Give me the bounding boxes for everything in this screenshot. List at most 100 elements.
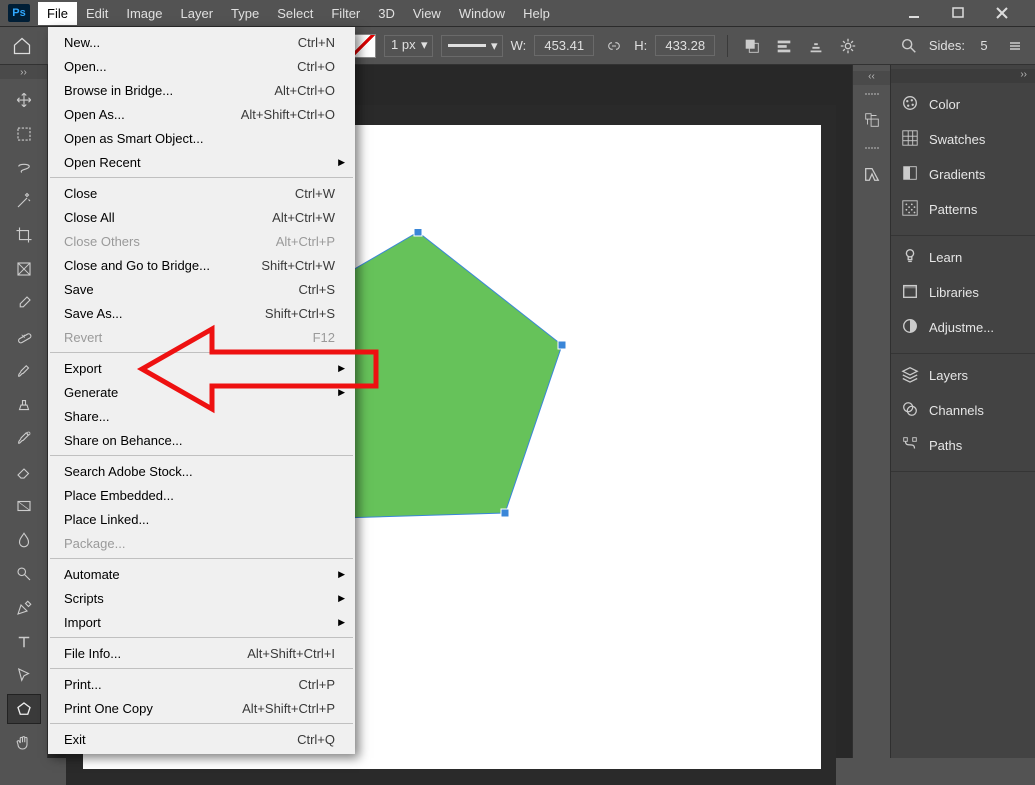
file-menu-share[interactable]: Share...	[48, 404, 355, 428]
menu-item-label: Scripts	[64, 591, 104, 606]
file-menu-generate[interactable]: Generate▶	[48, 380, 355, 404]
file-menu-open-as[interactable]: Open As...Alt+Shift+Ctrl+O	[48, 102, 355, 126]
shape-handle[interactable]	[501, 509, 509, 517]
file-menu-share-on-behance[interactable]: Share on Behance...	[48, 428, 355, 452]
properties-panel-icon[interactable]	[859, 161, 885, 187]
dock-collapse[interactable]: ‹‹	[853, 71, 890, 85]
file-menu-import[interactable]: Import▶	[48, 610, 355, 634]
menu-item-label: Open As...	[64, 107, 125, 122]
shape-combine-button[interactable]	[740, 34, 764, 58]
hand-tool[interactable]	[7, 728, 41, 758]
window-close-button[interactable]	[989, 3, 1015, 23]
search-icon[interactable]	[897, 34, 921, 58]
file-menu-print-one-copy[interactable]: Print One CopyAlt+Shift+Ctrl+P	[48, 696, 355, 720]
menu-item-label: Close	[64, 186, 97, 201]
gear-button[interactable]	[836, 34, 860, 58]
file-menu-close[interactable]: CloseCtrl+W	[48, 181, 355, 205]
panel-gradients[interactable]: Gradients	[891, 157, 1035, 192]
sides-input[interactable]	[973, 38, 995, 53]
file-menu-place-embedded[interactable]: Place Embedded...	[48, 483, 355, 507]
brush-tool[interactable]	[7, 356, 41, 386]
menu-image[interactable]: Image	[117, 2, 171, 25]
history-brush-tool[interactable]	[7, 424, 41, 454]
file-menu-open[interactable]: Open...Ctrl+O	[48, 54, 355, 78]
panel-layers[interactable]: Layers	[891, 358, 1035, 393]
menu-item-label: File Info...	[64, 646, 121, 661]
file-menu-new[interactable]: New...Ctrl+N	[48, 30, 355, 54]
menu-3d[interactable]: 3D	[369, 2, 404, 25]
link-wh-button[interactable]	[602, 34, 626, 58]
panel-adjustme[interactable]: Adjustme...	[891, 310, 1035, 345]
more-options-button[interactable]	[1003, 34, 1027, 58]
menu-layer[interactable]: Layer	[172, 2, 223, 25]
type-tool[interactable]	[7, 627, 41, 657]
polygon-tool[interactable]	[7, 694, 41, 724]
toolbox-collapse[interactable]: ››	[0, 65, 47, 79]
crop-tool[interactable]	[7, 220, 41, 250]
file-menu-save[interactable]: SaveCtrl+S	[48, 277, 355, 301]
file-menu-print[interactable]: Print...Ctrl+P	[48, 672, 355, 696]
file-menu-scripts[interactable]: Scripts▶	[48, 586, 355, 610]
file-menu-close-all[interactable]: Close AllAlt+Ctrl+W	[48, 205, 355, 229]
menu-type[interactable]: Type	[222, 2, 268, 25]
file-menu-file-info[interactable]: File Info...Alt+Shift+Ctrl+I	[48, 641, 355, 665]
menu-filter[interactable]: Filter	[322, 2, 369, 25]
menu-view[interactable]: View	[404, 2, 450, 25]
panel-learn[interactable]: Learn	[891, 240, 1035, 275]
file-menu-browse-in-bridge[interactable]: Browse in Bridge...Alt+Ctrl+O	[48, 78, 355, 102]
file-menu-save-as[interactable]: Save As...Shift+Ctrl+S	[48, 301, 355, 325]
panel-swatches[interactable]: Swatches	[891, 122, 1035, 157]
panel-color[interactable]: Color	[891, 87, 1035, 122]
shape-handle[interactable]	[414, 229, 422, 236]
menu-item-label: Print One Copy	[64, 701, 153, 716]
path-options-button[interactable]	[804, 34, 828, 58]
stroke-width-select[interactable]: 1 px ▾	[384, 35, 433, 57]
history-panel-icon[interactable]	[859, 107, 885, 133]
menu-item-shortcut: Shift+Ctrl+W	[261, 258, 335, 273]
panel-libraries[interactable]: Libraries	[891, 275, 1035, 310]
menu-item-label: Export	[64, 361, 102, 376]
eraser-tool[interactable]	[7, 457, 41, 487]
file-menu-close-and-go-to-bridge[interactable]: Close and Go to Bridge...Shift+Ctrl+W	[48, 253, 355, 277]
menu-select[interactable]: Select	[268, 2, 322, 25]
window-maximize-button[interactable]	[945, 3, 971, 23]
blur-tool[interactable]	[7, 525, 41, 555]
submenu-arrow-icon: ▶	[338, 157, 345, 168]
frame-tool[interactable]	[7, 254, 41, 284]
width-input[interactable]	[534, 35, 594, 56]
file-menu-place-linked[interactable]: Place Linked...	[48, 507, 355, 531]
menu-window[interactable]: Window	[450, 2, 514, 25]
window-minimize-button[interactable]	[901, 3, 927, 23]
panel-patterns[interactable]: Patterns	[891, 192, 1035, 227]
file-menu-search-adobe-stock[interactable]: Search Adobe Stock...	[48, 459, 355, 483]
shape-handle[interactable]	[558, 341, 566, 349]
menu-file[interactable]: File	[38, 2, 77, 25]
file-menu-open-recent[interactable]: Open Recent▶	[48, 150, 355, 174]
panels-collapse[interactable]: ››	[891, 69, 1035, 83]
file-menu-automate[interactable]: Automate▶	[48, 562, 355, 586]
menu-help[interactable]: Help	[514, 2, 559, 25]
lasso-tool[interactable]	[7, 153, 41, 183]
path-selection-tool[interactable]	[7, 661, 41, 691]
file-menu-open-as-smart-object[interactable]: Open as Smart Object...	[48, 126, 355, 150]
pen-tool[interactable]	[7, 593, 41, 623]
stroke-style-select[interactable]: ▾	[441, 35, 503, 57]
menu-item-label: Search Adobe Stock...	[64, 464, 193, 479]
dodge-tool[interactable]	[7, 559, 41, 589]
file-menu-package: Package...	[48, 531, 355, 555]
height-input[interactable]	[655, 35, 715, 56]
file-menu-exit[interactable]: ExitCtrl+Q	[48, 727, 355, 751]
gradient-tool[interactable]	[7, 491, 41, 521]
eyedropper-tool[interactable]	[7, 288, 41, 318]
file-menu-export[interactable]: Export▶	[48, 356, 355, 380]
move-tool[interactable]	[7, 85, 41, 115]
healing-brush-tool[interactable]	[7, 322, 41, 352]
align-button[interactable]	[772, 34, 796, 58]
menu-edit[interactable]: Edit	[77, 2, 117, 25]
panel-paths[interactable]: Paths	[891, 428, 1035, 463]
panel-channels[interactable]: Channels	[891, 393, 1035, 428]
clone-stamp-tool[interactable]	[7, 390, 41, 420]
home-button[interactable]	[8, 32, 36, 60]
marquee-tool[interactable]	[7, 119, 41, 149]
magic-wand-tool[interactable]	[7, 187, 41, 217]
